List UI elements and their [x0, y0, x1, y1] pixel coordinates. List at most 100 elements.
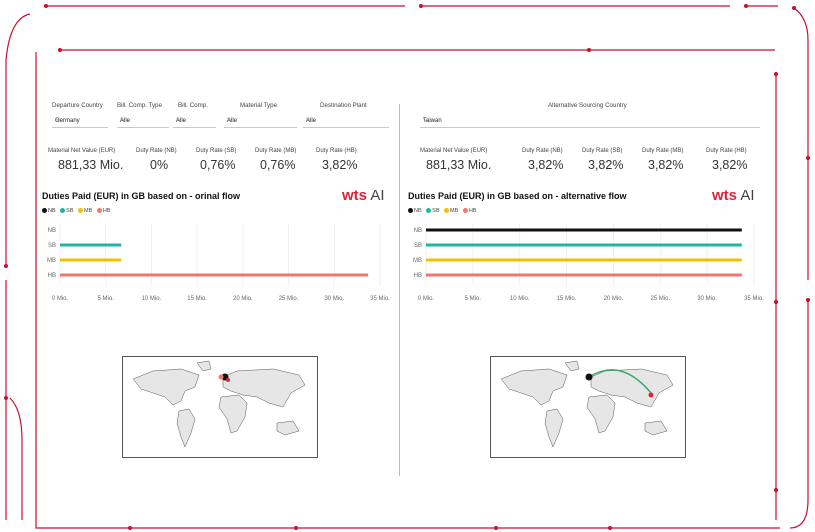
bar-hb[interactable]	[426, 273, 742, 277]
legend-item-sb[interactable]: SB	[426, 208, 440, 214]
y-tick-label: MB	[413, 258, 422, 264]
panel-divider	[399, 104, 400, 476]
legend-dot	[96, 208, 102, 213]
kpi-label-duty-nb: Duty Rate (NB)	[136, 148, 177, 154]
chart-legend: NB SB MB HB	[408, 208, 479, 214]
legend-dot	[462, 208, 468, 213]
legend-item-mb[interactable]: MB	[78, 208, 92, 214]
bar-nb[interactable]	[426, 228, 742, 232]
bar-chart-alternative-flow: 0 Mio. 5 Mio. 10 Mio. 15 Mio. 20 Mio. 25 Mio.…	[413, 224, 764, 302]
kpi-value-net-value: 881,33 Mio.	[426, 158, 492, 172]
kpi-value-duty-hb: 3,82%	[322, 158, 358, 172]
x-tick-label: 35 Mio.	[744, 296, 764, 302]
legend-item-nb[interactable]: NB	[42, 208, 56, 214]
x-tick-label: 15 Mio.	[557, 296, 577, 302]
kpi-value-duty-nb: 0%	[150, 158, 169, 172]
y-tick-label: HB	[414, 273, 422, 279]
world-map-original-flow-icon	[122, 356, 318, 458]
dropdown-bill-comp-type[interactable]: Alle ⌵	[117, 116, 169, 128]
dropdown-destination-plant[interactable]: Alle ⌵	[303, 116, 389, 128]
kpi-label-duty-sb: Duty Rate (SB)	[582, 148, 623, 154]
chevron-down-icon: ⌵	[227, 116, 233, 123]
bar-mb[interactable]	[60, 258, 122, 262]
x-tick-label: 35 Mio.	[370, 296, 390, 302]
bar-sb[interactable]	[60, 243, 122, 247]
x-tick-label: 0 Mio.	[52, 296, 69, 302]
legend-item-nb[interactable]: NB	[408, 208, 422, 214]
filter-label-bill-comp-type: Bill. Comp. Type	[117, 102, 162, 109]
kpi-label-duty-mb: Duty Rate (MB)	[642, 148, 684, 154]
x-tick-label: 30 Mio.	[697, 296, 717, 302]
bar-mb[interactable]	[426, 258, 742, 262]
y-tick-label: SB	[414, 243, 422, 249]
chevron-down-icon: ⌵	[306, 116, 312, 123]
destination-marker	[585, 373, 593, 381]
legend-item-mb[interactable]: MB	[444, 208, 458, 214]
y-tick-label: HB	[48, 273, 56, 279]
y-tick-label: NB	[48, 228, 56, 234]
x-tick-label: 15 Mio.	[187, 296, 207, 302]
x-tick-label: 25 Mio.	[279, 296, 299, 302]
x-tick-label: 20 Mio.	[233, 296, 253, 302]
original-flow-panel: Departure Country Germany ⌵ Bill. Comp. T…	[40, 98, 392, 468]
kpi-value-duty-sb: 0,76%	[200, 158, 236, 172]
filter-label-destination-plant: Destination Plant	[320, 102, 367, 109]
legend-item-sb[interactable]: SB	[60, 208, 74, 214]
kpi-value-net-value: 881,33 Mio.	[58, 158, 124, 172]
y-tick-label: NB	[414, 228, 422, 234]
kpi-label-duty-nb: Duty Rate (NB)	[522, 148, 563, 154]
kpi-label-duty-hb: Duty Rate (HB)	[706, 148, 747, 154]
filter-label-departure-country: Departure Country	[52, 102, 103, 109]
chevron-down-icon: ⌵	[423, 116, 429, 123]
legend-dot	[426, 208, 432, 213]
dropdown-bill-comp[interactable]: Alle ⌵	[173, 116, 216, 128]
kpi-label-duty-hb: Duty Rate (HB)	[316, 148, 357, 154]
kpi-value-duty-mb: 3,82%	[648, 158, 684, 172]
legend-item-hb[interactable]: HB	[462, 208, 476, 214]
legend-dot	[42, 208, 47, 213]
legend-dot	[78, 208, 84, 213]
legend-dot	[408, 208, 413, 213]
filter-label-bill-comp: Bill. Comp.	[178, 102, 208, 109]
x-tick-label: 20 Mio.	[604, 296, 624, 302]
legend-dot	[444, 208, 450, 213]
x-tick-label: 5 Mio.	[465, 296, 482, 302]
x-tick-label: 5 Mio.	[98, 296, 115, 302]
chevron-down-icon: ⌵	[176, 116, 182, 123]
legend-item-hb[interactable]: HB	[96, 208, 110, 214]
x-tick-label: 0 Mio.	[418, 296, 435, 302]
chart-legend: NB SB MB HB	[42, 208, 113, 214]
kpi-value-duty-sb: 3,82%	[588, 158, 624, 172]
kpi-value-duty-hb: 3,82%	[712, 158, 748, 172]
kpi-label-net-value: Material Net Value (EUR)	[48, 148, 116, 154]
filter-label-alt-sourcing-country: Alternative Sourcing Country	[548, 102, 627, 109]
origin-marker	[648, 392, 654, 398]
alternative-flow-panel: Alternative Sourcing Country Taiwan ⌵ Mat…	[406, 98, 766, 468]
kpi-label-duty-sb: Duty Rate (SB)	[196, 148, 237, 154]
x-tick-label: 30 Mio.	[324, 296, 344, 302]
legend-dot	[60, 208, 66, 213]
destination-marker	[218, 374, 224, 380]
x-tick-label: 25 Mio.	[650, 296, 670, 302]
x-tick-label: 10 Mio.	[510, 296, 530, 302]
chart-title: Duties Paid (EUR) in GB based on - orina…	[42, 191, 241, 201]
dropdown-alt-sourcing-country[interactable]: Taiwan ⌵	[420, 116, 760, 128]
bar-sb[interactable]	[426, 243, 742, 247]
world-map-alternative-flow-icon	[490, 356, 686, 458]
kpi-value-duty-nb: 3,82%	[528, 158, 564, 172]
x-tick-label: 10 Mio.	[142, 296, 162, 302]
y-tick-label: MB	[47, 258, 56, 264]
chevron-down-icon: ⌵	[120, 116, 126, 123]
dropdown-material-type[interactable]: Alle ⌵	[224, 116, 297, 128]
kpi-label-net-value: Material Net Value (EUR)	[420, 148, 488, 154]
kpi-value-duty-mb: 0,76%	[260, 158, 296, 172]
chart-title: Duties Paid (EUR) in GB based on - alter…	[408, 191, 627, 201]
kpi-label-duty-mb: Duty Rate (MB)	[255, 148, 297, 154]
wts-ai-logo: wts AI	[712, 187, 755, 204]
filter-label-material-type: Material Type	[240, 102, 278, 109]
wts-ai-logo: wts AI	[342, 187, 385, 204]
bar-hb[interactable]	[60, 273, 369, 277]
y-tick-label: SB	[48, 243, 56, 249]
dropdown-departure-country[interactable]: Germany ⌵	[52, 116, 108, 128]
chevron-down-icon: ⌵	[55, 116, 61, 123]
